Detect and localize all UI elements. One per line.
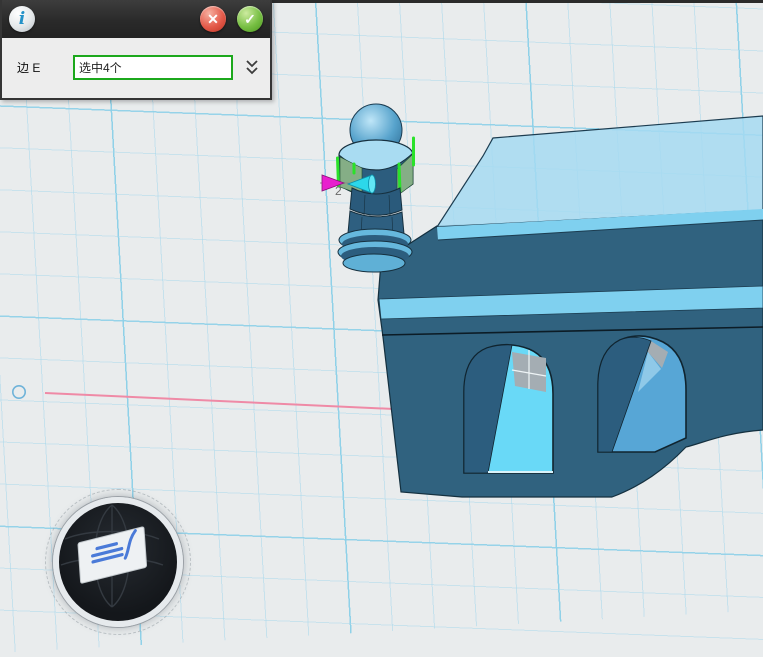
chevron-double-down-icon xyxy=(245,59,259,76)
selected-edge xyxy=(399,164,400,191)
check-icon: ✓ xyxy=(244,12,256,26)
dialog-titlebar[interactable]: i ✕ ✓ xyxy=(2,0,270,38)
ring-stack xyxy=(338,229,412,272)
selection-dialog: i ✕ ✓ 边 E 选中4个 xyxy=(0,0,272,100)
expand-options-button[interactable] xyxy=(243,57,261,78)
dialog-body: 边 E 选中4个 xyxy=(2,38,270,80)
edge-selection-value: 选中4个 xyxy=(79,59,122,76)
confirm-button[interactable]: ✓ xyxy=(237,6,263,32)
app-logo xyxy=(53,497,183,627)
point-marker xyxy=(13,386,25,398)
cancel-icon: ✕ xyxy=(207,12,219,26)
cyan-arrow-base xyxy=(369,175,376,193)
logo-plate xyxy=(78,527,147,584)
bridge-wall xyxy=(378,217,763,497)
arch-left xyxy=(464,345,553,473)
edge-field-label: 边 E xyxy=(17,59,73,76)
cancel-button[interactable]: ✕ xyxy=(200,6,226,32)
bridge-model xyxy=(378,116,763,497)
arch-right xyxy=(598,336,686,452)
info-icon: i xyxy=(9,6,35,32)
deck-top-face xyxy=(437,116,763,227)
datum-curve xyxy=(45,393,394,409)
edge-selection-field[interactable]: 选中4个 xyxy=(73,55,233,80)
